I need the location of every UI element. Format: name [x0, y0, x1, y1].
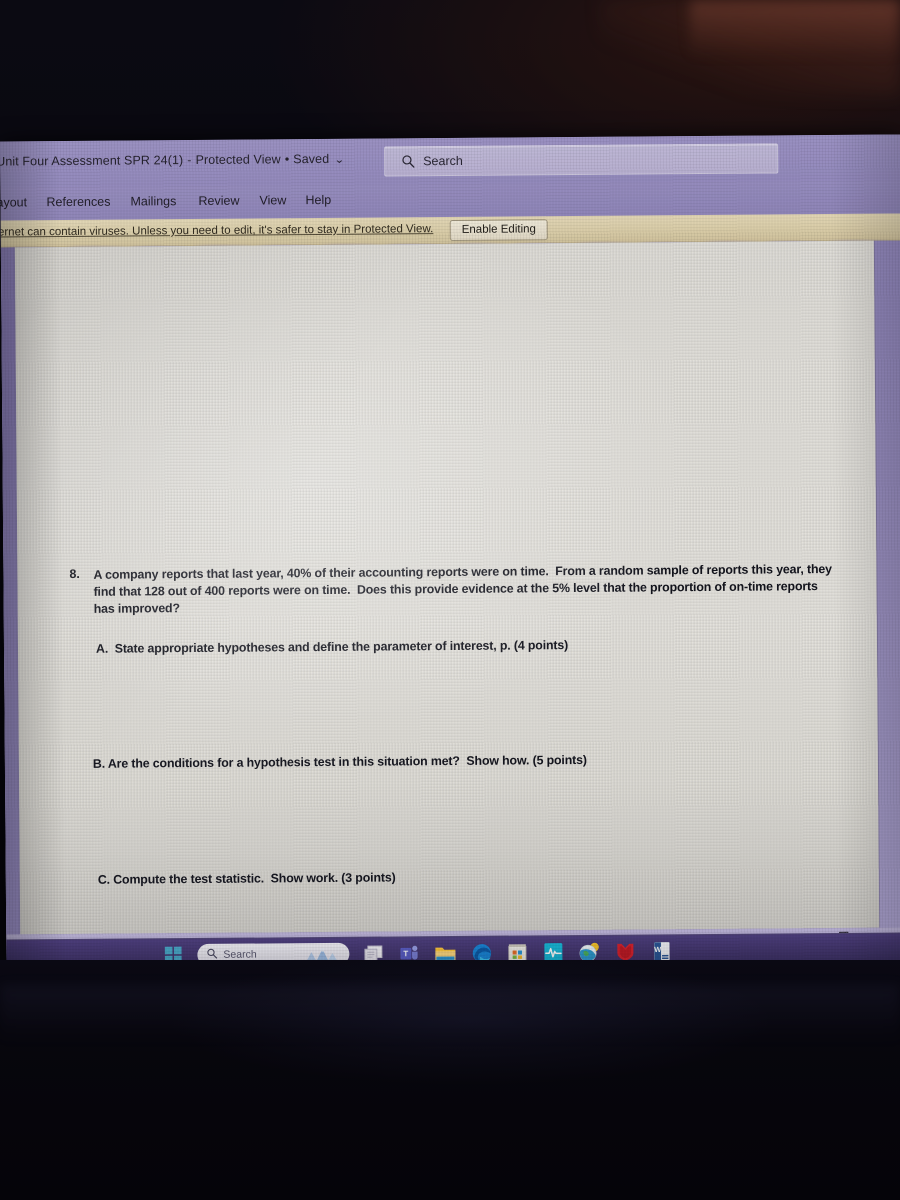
- document-title-name: Unit Four Assessment SPR 24(1): [0, 153, 184, 169]
- search-icon: [401, 154, 415, 168]
- tab-review[interactable]: Review: [198, 194, 239, 208]
- question-part-b: B. Are the conditions for a hypothesis t…: [92, 752, 587, 771]
- desk-glow: [0, 985, 900, 1045]
- svg-text:W: W: [654, 944, 661, 953]
- question-body: A company reports that last year, 40% of…: [93, 561, 836, 617]
- title-separator: -: [187, 153, 192, 168]
- document-mode-label: Protected View: [195, 152, 281, 167]
- photographed-screen-scene: Unit Four Assessment SPR 24(1) - Protected…: [0, 0, 900, 1200]
- search-input-placeholder: Search: [423, 153, 463, 169]
- tab-layout[interactable]: ayout: [0, 195, 27, 209]
- monitor-screen: Unit Four Assessment SPR 24(1) - Protected…: [0, 134, 900, 972]
- saved-status-label[interactable]: Saved: [293, 152, 329, 166]
- bezel-reflection-glow-secondary: [690, 0, 900, 58]
- tab-references[interactable]: References: [46, 195, 110, 210]
- chevron-down-icon[interactable]: ⌄: [334, 155, 345, 166]
- taskbar-search-placeholder: Search: [223, 948, 257, 961]
- document-workspace: 8. A company reports that last year, 40%…: [0, 240, 900, 935]
- question-part-c: C. Compute the test statistic. Show work…: [97, 870, 396, 887]
- question-part-a: A. State appropriate hypotheses and defi…: [95, 638, 569, 656]
- tab-mailings[interactable]: Mailings: [130, 194, 176, 208]
- question-number: 8.: [69, 566, 80, 582]
- title-bullet: •: [284, 152, 290, 167]
- svg-text:T: T: [403, 949, 408, 958]
- protected-view-message: ternet can contain viruses. Unless you n…: [0, 223, 434, 239]
- tab-view[interactable]: View: [259, 193, 286, 207]
- document-page[interactable]: 8. A company reports that last year, 40%…: [14, 240, 880, 935]
- desk-shadow-area: [0, 960, 900, 1200]
- document-title: Unit Four Assessment SPR 24(1) - Protected…: [0, 152, 345, 169]
- word-search-box[interactable]: Search: [384, 143, 779, 177]
- tab-help[interactable]: Help: [305, 193, 331, 207]
- enable-editing-button[interactable]: Enable Editing: [449, 219, 548, 242]
